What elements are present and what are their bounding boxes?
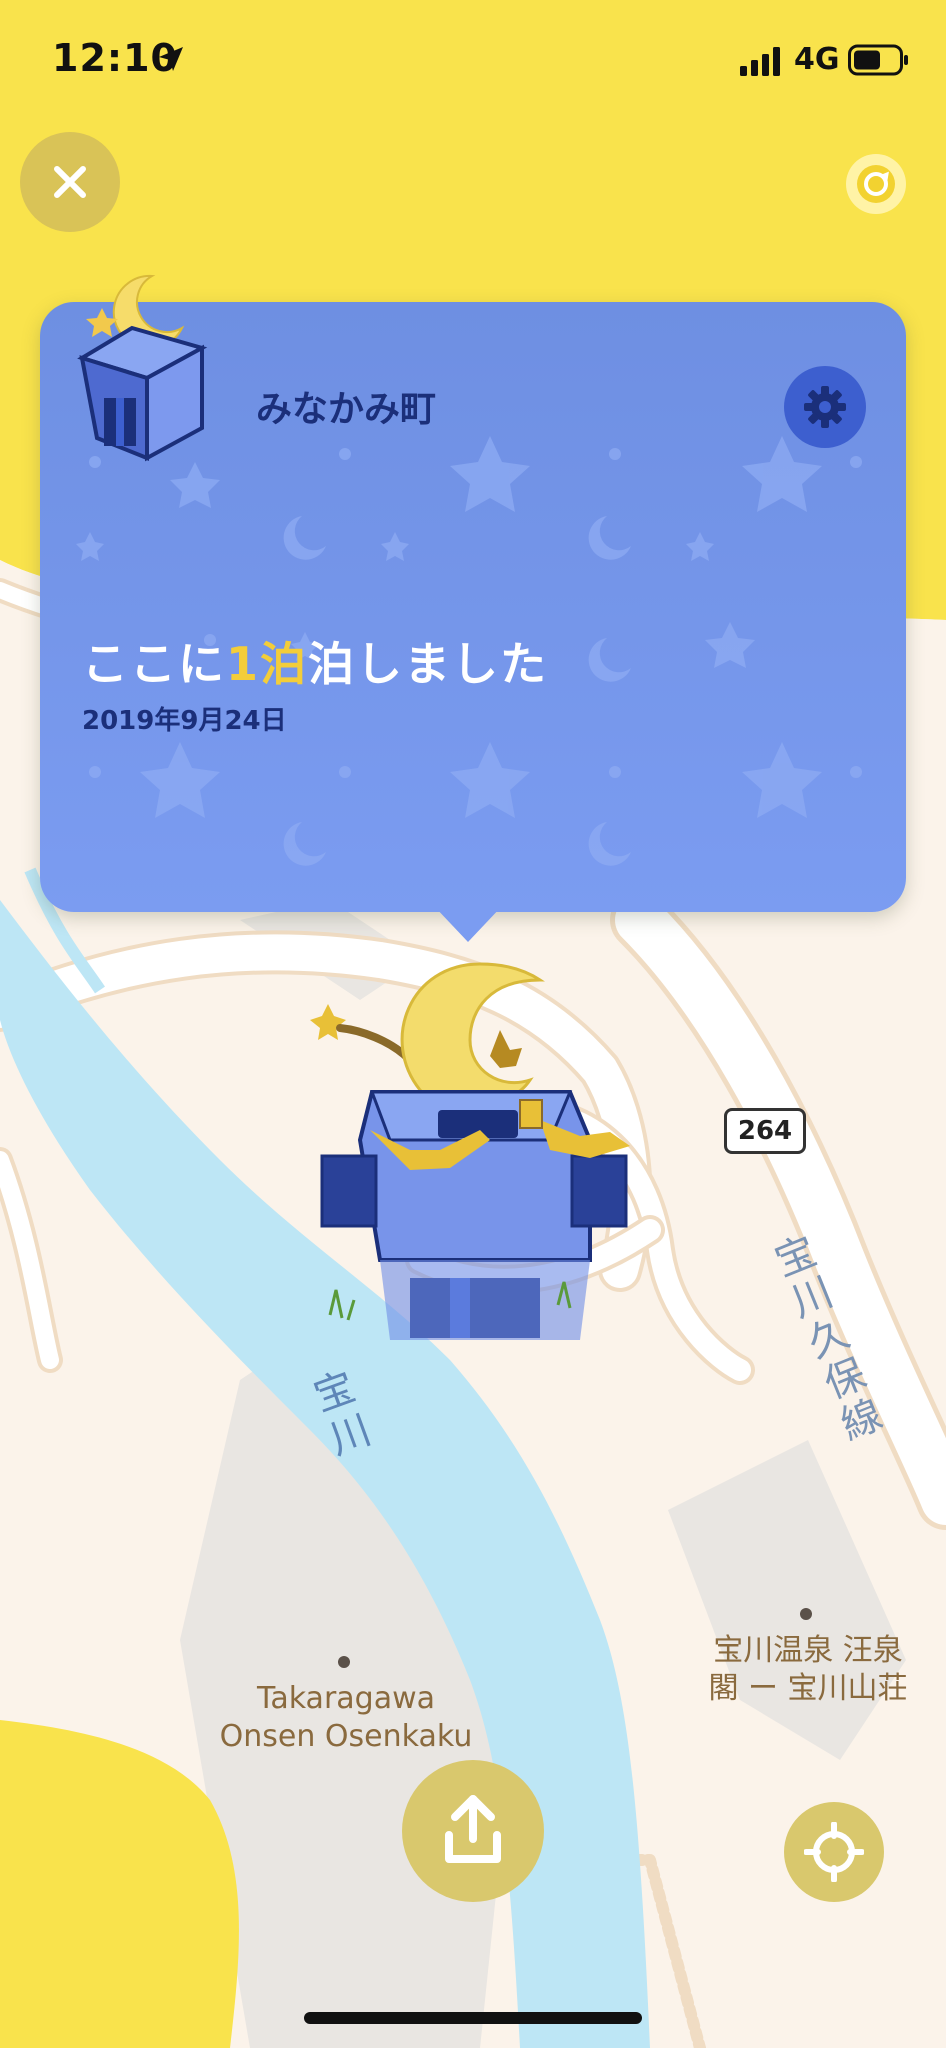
- stay-prefix: ここに: [82, 637, 226, 691]
- poi-marker[interactable]: [800, 1608, 812, 1620]
- close-button[interactable]: [20, 132, 120, 232]
- character-house-marker[interactable]: [300, 960, 650, 1350]
- camera-rotate-button[interactable]: [846, 154, 906, 214]
- current-location-button[interactable]: [784, 1802, 884, 1902]
- status-bar: 12:10 4G: [0, 0, 946, 120]
- close-icon: [54, 166, 86, 198]
- upload-icon: [445, 1795, 501, 1863]
- stay-count: 1: [226, 637, 261, 691]
- house-moon-icon: [77, 274, 208, 462]
- camera-rotate-icon: [857, 165, 895, 203]
- poi-label-osenkaku[interactable]: Takaragawa Onsen Osenkaku: [196, 1680, 496, 1756]
- share-button[interactable]: [402, 1760, 544, 1902]
- card-pointer: [434, 906, 502, 942]
- poi-label-line: Onsen Osenkaku: [219, 1719, 473, 1754]
- route-number-shield: 264: [724, 1108, 806, 1154]
- poi-label-sanso[interactable]: 宝川温泉 汪泉 閣 ー 宝川山荘: [690, 1632, 926, 1708]
- battery-icon: [848, 44, 908, 76]
- stay-suffix: 泊しました: [308, 637, 549, 691]
- location-arrow-icon: [159, 47, 183, 71]
- gear-icon: [804, 386, 846, 428]
- network-label: 4G: [794, 42, 840, 77]
- stay-count-text: ここに1泊泊しました: [82, 628, 548, 694]
- settings-button[interactable]: [784, 366, 866, 448]
- poi-label-line: 閣 ー 宝川山荘: [708, 1671, 908, 1706]
- poi-marker[interactable]: [338, 1656, 350, 1668]
- crosshair-icon: [804, 1822, 864, 1882]
- town-name: みなかみ町: [256, 389, 437, 430]
- signal-icon: [740, 47, 780, 76]
- poi-label-line: Takaragawa: [256, 1681, 436, 1716]
- home-indicator[interactable]: [304, 2012, 642, 2024]
- stay-date: 2019年9月24日: [82, 706, 287, 736]
- poi-label-line: 宝川温泉 汪泉: [713, 1633, 903, 1668]
- stay-unit: 泊: [260, 637, 309, 691]
